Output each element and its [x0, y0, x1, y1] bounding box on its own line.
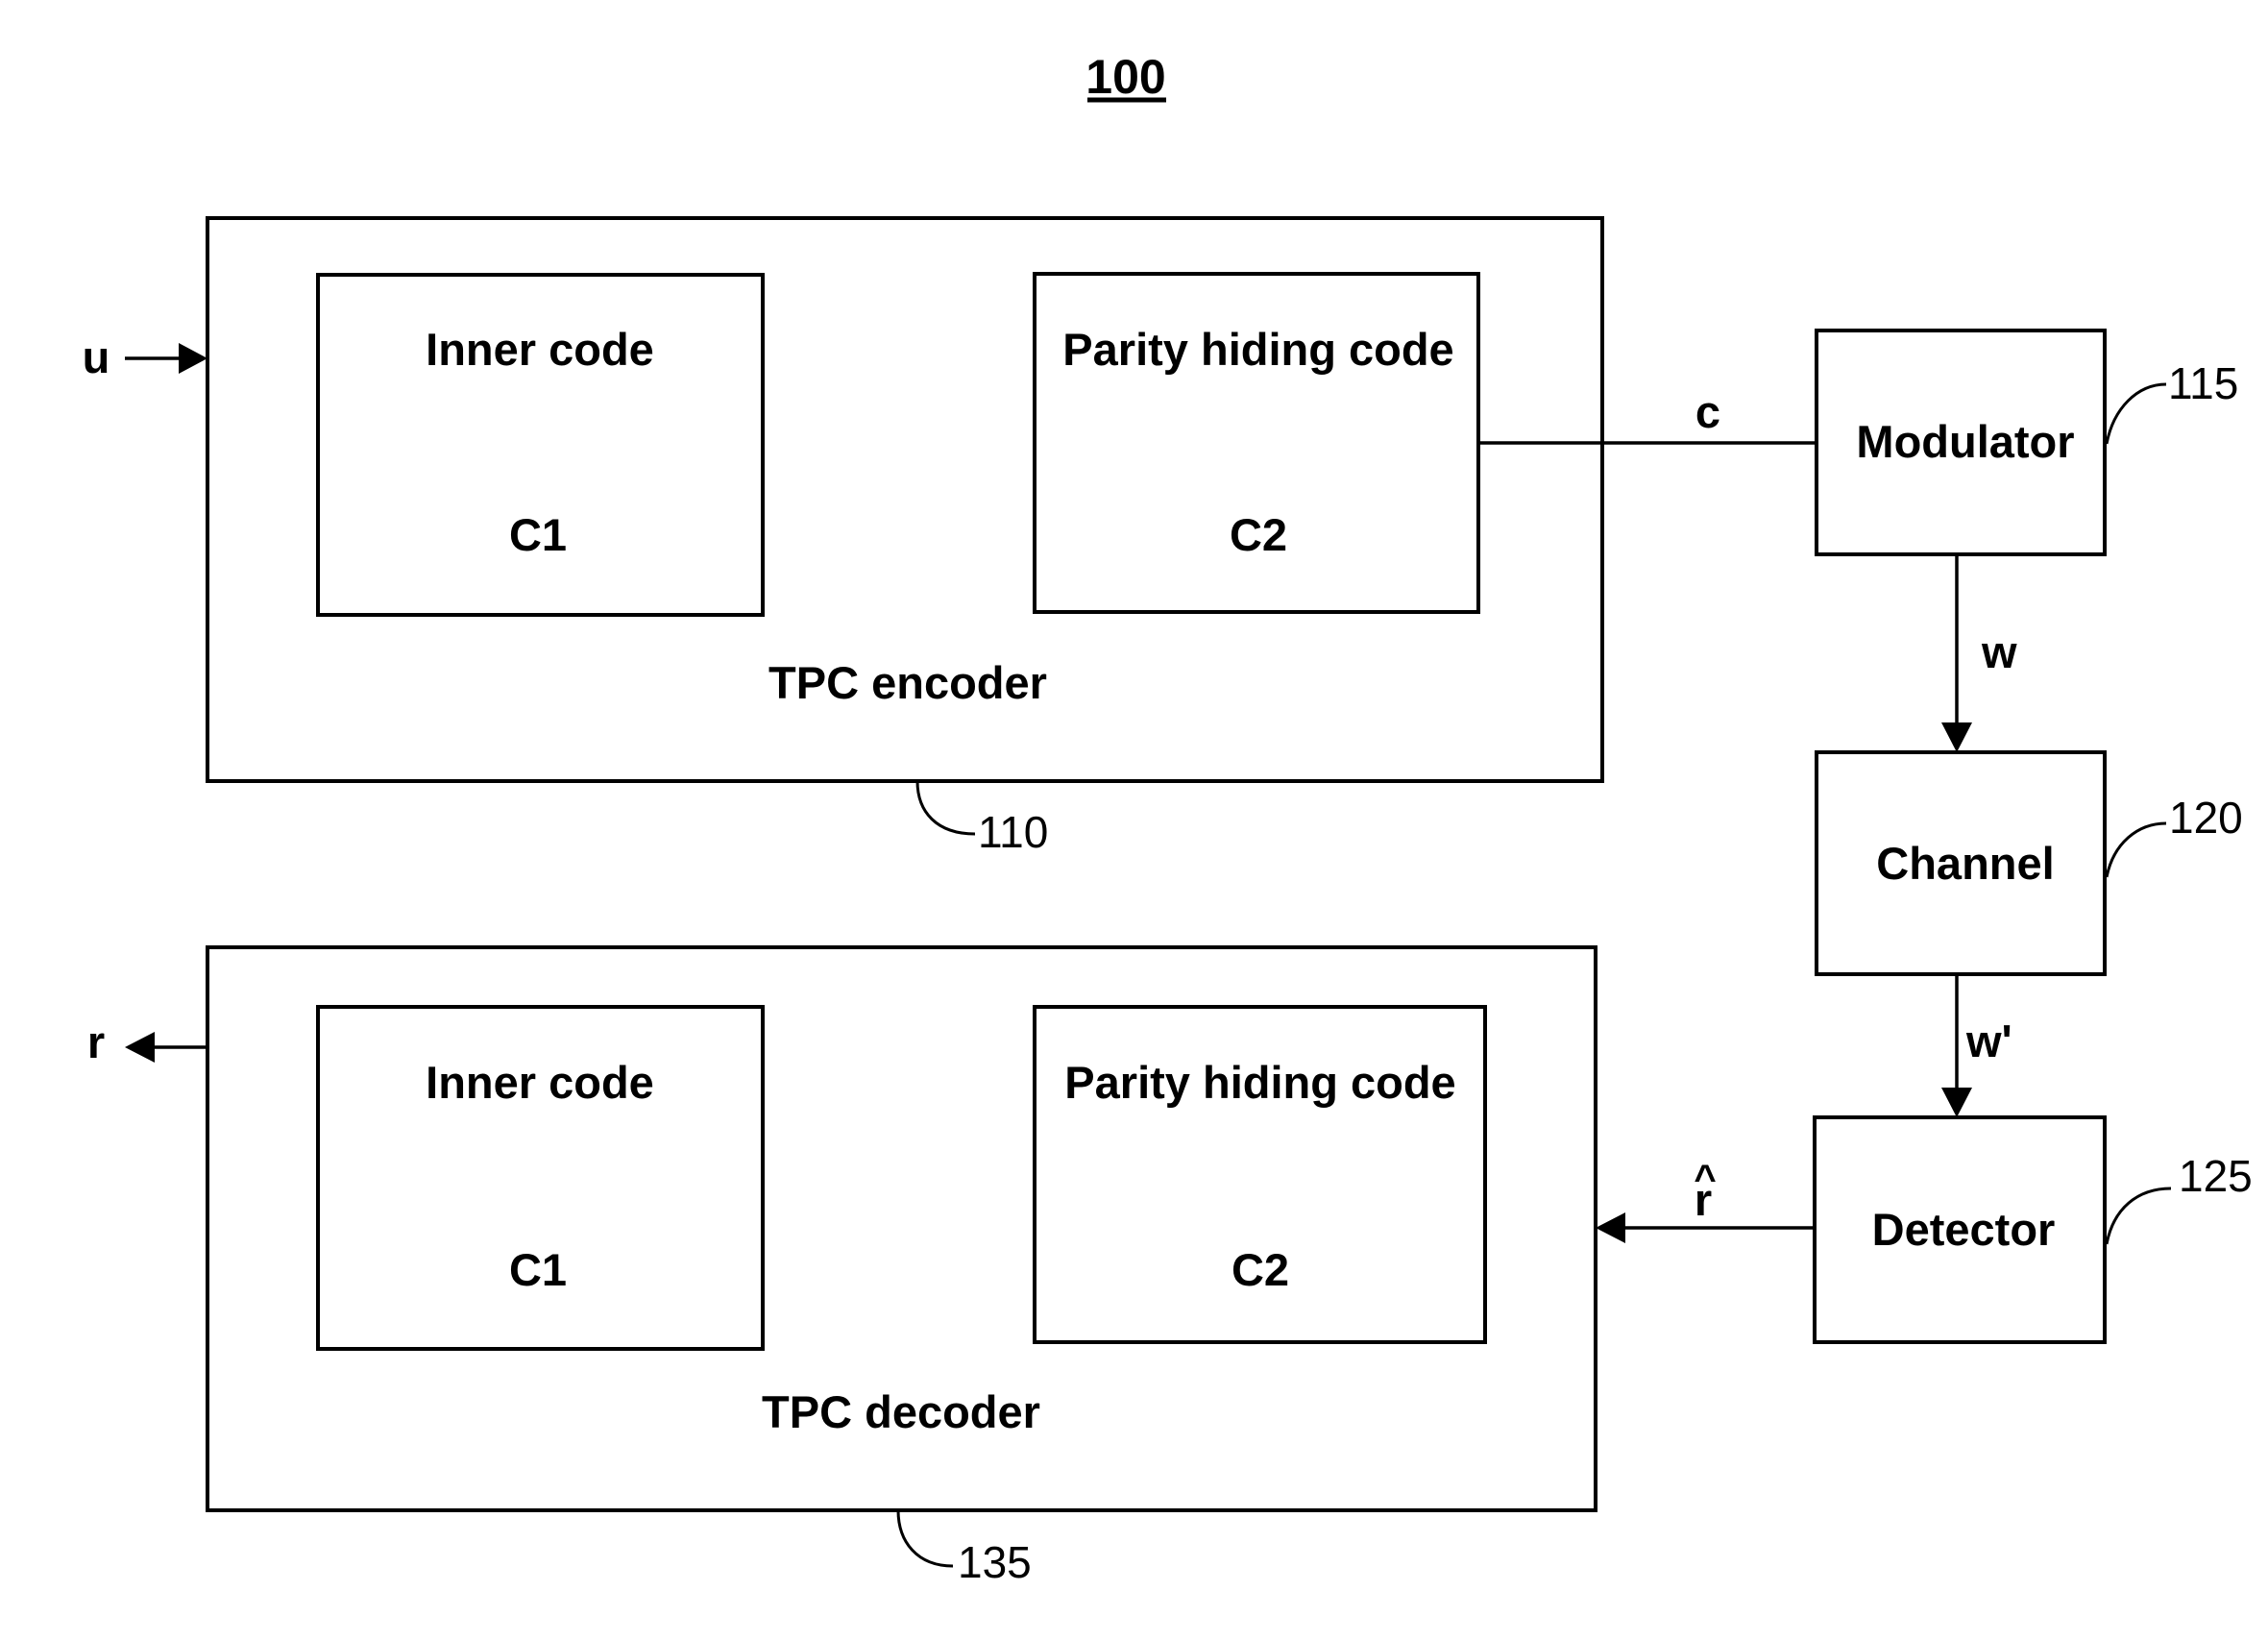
- codeword-c-label: c: [1695, 386, 1720, 437]
- output-arrowhead-icon: [125, 1032, 155, 1063]
- tpc-decoder-label: TPC decoder: [762, 1386, 1040, 1437]
- modulator-label: Modulator: [1856, 416, 2074, 467]
- detector: Detector 125: [1813, 1115, 2253, 1344]
- encoder-ref-leader: [915, 780, 976, 836]
- modulator-ref-leader: [2105, 382, 2167, 445]
- detected-signal-hat-icon: ^: [1694, 1158, 1716, 1200]
- modulator: Modulator 115: [1815, 329, 2238, 556]
- tpc-decoder: Inner code C1 Parity hiding code C2 TPC …: [206, 945, 1597, 1587]
- encoder-inner-code-title: Inner code: [426, 324, 654, 375]
- encoder-inner-code-c1: C1: [509, 509, 567, 560]
- modulated-signal-w-label: w: [1981, 626, 2017, 677]
- detector-ref-number: 125: [2179, 1151, 2253, 1201]
- input-signal-u-label: u: [83, 331, 110, 382]
- encoder-ref-number: 110: [978, 807, 1048, 857]
- output-signal-r-label: r: [87, 1016, 105, 1067]
- decoder-ref-number: 135: [958, 1537, 1032, 1587]
- input-arrowhead-icon: [179, 343, 207, 374]
- encoder-parity-hiding-code-title: Parity hiding code: [1062, 324, 1453, 375]
- encoder-parity-hiding-code-c2: C2: [1230, 509, 1287, 560]
- channel-ref-number: 120: [2169, 793, 2243, 843]
- decoder-ref-leader: [896, 1509, 954, 1568]
- received-signal-arrowhead-icon: [1941, 1088, 1972, 1117]
- detected-signal-arrowhead-icon: [1596, 1212, 1625, 1243]
- received-signal-w-prime-label: w': [1965, 1016, 2012, 1066]
- decoder-parity-hiding-code-title: Parity hiding code: [1064, 1057, 1455, 1108]
- figure-number: 100: [1085, 50, 1165, 104]
- channel: Channel 120: [1815, 750, 2243, 976]
- modulator-ref-number: 115: [2168, 358, 2238, 408]
- decoder-parity-hiding-code-c2: C2: [1232, 1244, 1289, 1295]
- modulated-signal-arrowhead-icon: [1941, 722, 1972, 752]
- decoder-inner-code-title: Inner code: [426, 1057, 654, 1108]
- detector-ref-leader: [2105, 1187, 2172, 1245]
- decoder-inner-code-c1: C1: [509, 1244, 567, 1295]
- block-diagram: 100 Inner code C1 Parity hiding code C2 …: [83, 50, 2253, 1587]
- tpc-encoder: Inner code C1 Parity hiding code C2 TPC …: [206, 216, 1604, 857]
- channel-ref-leader: [2105, 821, 2167, 878]
- channel-label: Channel: [1876, 838, 2054, 889]
- tpc-encoder-label: TPC encoder: [768, 657, 1047, 708]
- detector-label: Detector: [1872, 1204, 2056, 1255]
